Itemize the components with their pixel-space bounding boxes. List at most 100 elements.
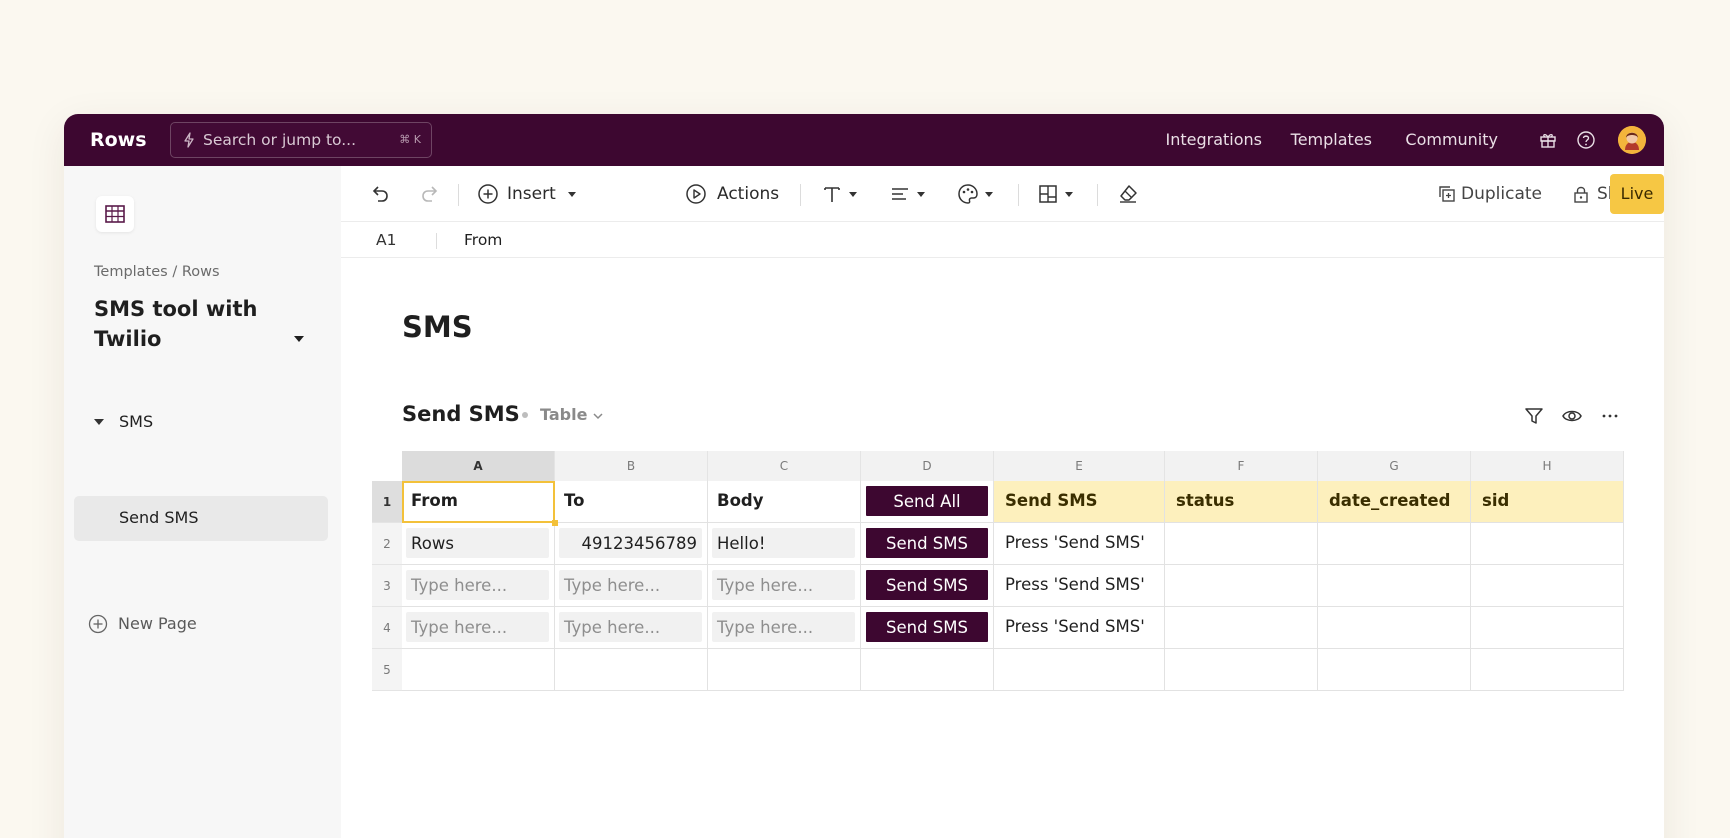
sidebar-item-send-sms[interactable]: Send SMS — [74, 496, 328, 541]
bolt-icon — [184, 132, 194, 148]
cell-e2[interactable]: Press 'Send SMS' — [994, 523, 1165, 565]
search-box[interactable]: Search or jump to... ⌘ K — [170, 122, 432, 158]
column-header-b[interactable]: B — [555, 451, 708, 481]
cell-b1[interactable]: To — [555, 481, 708, 523]
cell-g3[interactable] — [1318, 565, 1471, 607]
column-header-c[interactable]: C — [708, 451, 861, 481]
cell-h3[interactable] — [1471, 565, 1624, 607]
caret-down-icon — [1065, 191, 1073, 197]
borders-button[interactable] — [1037, 166, 1073, 222]
row-header-4[interactable]: 4 — [372, 607, 402, 649]
cell-f1[interactable]: status — [1165, 481, 1318, 523]
user-avatar[interactable] — [1618, 126, 1646, 154]
cell-placeholder: Type here... — [411, 576, 508, 595]
row-header-1[interactable]: 1 — [372, 481, 402, 523]
sidebar-folder-label: SMS — [119, 412, 154, 431]
nav-integrations[interactable]: Integrations — [1166, 114, 1263, 166]
table-title[interactable]: Send SMS — [402, 402, 520, 426]
row-header-2[interactable]: 2 — [372, 523, 402, 565]
cell-a4[interactable]: Type here... — [402, 607, 555, 649]
cell-text: Press 'Send SMS' — [1005, 617, 1145, 636]
input-box: Type here... — [406, 612, 549, 642]
send-all-button[interactable]: Send All — [866, 486, 988, 516]
text-format-button[interactable] — [821, 166, 857, 222]
sidebar-folder-sms[interactable]: SMS — [64, 408, 341, 438]
palette-icon — [958, 184, 978, 204]
cell-h1[interactable]: sid — [1471, 481, 1624, 523]
cell-c5[interactable] — [708, 649, 861, 691]
column-header-f[interactable]: F — [1165, 451, 1318, 481]
send-sms-button[interactable]: Send SMS — [866, 612, 988, 642]
cell-c2[interactable]: Hello! — [708, 523, 861, 565]
cell-h2[interactable] — [1471, 523, 1624, 565]
cell-h4[interactable] — [1471, 607, 1624, 649]
chevron-down-icon[interactable] — [592, 410, 604, 422]
sidebar-item-label: Send SMS — [119, 508, 199, 527]
gift-icon[interactable] — [1538, 130, 1558, 150]
cell-f4[interactable] — [1165, 607, 1318, 649]
duplicate-button[interactable]: Duplicate — [1437, 166, 1542, 222]
align-button[interactable] — [889, 166, 925, 222]
help-icon[interactable] — [1576, 130, 1596, 150]
clear-format-button[interactable] — [1117, 166, 1139, 222]
fill-handle[interactable] — [552, 520, 558, 526]
table-view-selector[interactable]: Table — [540, 405, 587, 424]
cell-a2[interactable]: Rows — [402, 523, 555, 565]
cell-reference[interactable]: A1 — [376, 231, 396, 249]
send-sms-button[interactable]: Send SMS — [866, 528, 988, 558]
cell-f2[interactable] — [1165, 523, 1318, 565]
cell-g2[interactable] — [1318, 523, 1471, 565]
color-button[interactable] — [957, 166, 993, 222]
cell-c1[interactable]: Body — [708, 481, 861, 523]
live-button[interactable]: Live — [1610, 174, 1664, 214]
toolbar-divider — [800, 184, 801, 206]
nav-community[interactable]: Community — [1405, 114, 1498, 166]
actions-button[interactable]: Actions — [685, 166, 779, 222]
cell-e5[interactable] — [994, 649, 1165, 691]
filter-icon[interactable] — [1523, 405, 1545, 427]
column-header-h[interactable]: H — [1471, 451, 1624, 481]
cell-f5[interactable] — [1165, 649, 1318, 691]
page-title[interactable]: SMS — [402, 310, 473, 344]
spreadsheet-icon[interactable] — [96, 196, 134, 232]
caret-down-icon — [985, 191, 993, 197]
cell-b2[interactable]: 49123456789 — [555, 523, 708, 565]
eye-icon[interactable] — [1561, 405, 1583, 427]
cell-a3[interactable]: Type here... — [402, 565, 555, 607]
row-header-5[interactable]: 5 — [372, 649, 402, 691]
cell-e1[interactable]: Send SMS — [994, 481, 1165, 523]
cell-b5[interactable] — [555, 649, 708, 691]
app-logo[interactable]: Rows — [90, 114, 147, 166]
chevron-down-icon[interactable] — [294, 336, 304, 342]
cell-d4: Send SMS — [861, 607, 994, 649]
column-header-e[interactable]: E — [994, 451, 1165, 481]
column-header-d[interactable]: D — [861, 451, 994, 481]
insert-button[interactable]: Insert — [477, 166, 576, 222]
cell-g5[interactable] — [1318, 649, 1471, 691]
row-header-3[interactable]: 3 — [372, 565, 402, 607]
cell-a5[interactable] — [402, 649, 555, 691]
cell-e4[interactable]: Press 'Send SMS' — [994, 607, 1165, 649]
column-header-a[interactable]: A — [402, 451, 555, 481]
cell-b4[interactable]: Type here... — [555, 607, 708, 649]
cell-f3[interactable] — [1165, 565, 1318, 607]
cell-c4[interactable]: Type here... — [708, 607, 861, 649]
cell-g4[interactable] — [1318, 607, 1471, 649]
cell-e3[interactable]: Press 'Send SMS' — [994, 565, 1165, 607]
cell-d5[interactable] — [861, 649, 994, 691]
grid-corner — [372, 451, 402, 481]
send-sms-button[interactable]: Send SMS — [866, 570, 988, 600]
formula-input[interactable]: From — [464, 231, 502, 249]
cell-c3[interactable]: Type here... — [708, 565, 861, 607]
nav-templates[interactable]: Templates — [1291, 114, 1372, 166]
cell-h5[interactable] — [1471, 649, 1624, 691]
cell-b3[interactable]: Type here... — [555, 565, 708, 607]
undo-button[interactable] — [369, 166, 391, 222]
caret-down-icon[interactable] — [94, 419, 104, 425]
cell-g1[interactable]: date_created — [1318, 481, 1471, 523]
breadcrumb[interactable]: Templates / Rows — [94, 264, 220, 280]
more-icon[interactable] — [1599, 405, 1621, 427]
document-title[interactable]: SMS tool with Twilio — [94, 294, 294, 354]
redo-button[interactable] — [419, 166, 441, 222]
column-header-g[interactable]: G — [1318, 451, 1471, 481]
